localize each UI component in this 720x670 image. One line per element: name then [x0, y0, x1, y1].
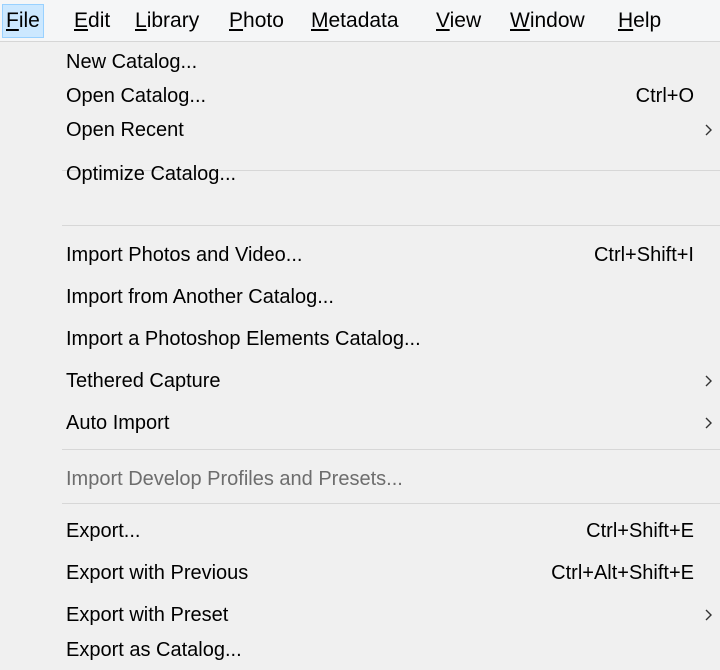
menu-item-tethered-capture[interactable]: Tethered Capture — [0, 364, 720, 398]
menu-photo[interactable]: Photo — [225, 4, 288, 38]
menu-edit-label: dit — [88, 9, 111, 32]
menu-item-label: Export... — [66, 520, 141, 542]
menu-item-label: Auto Import — [66, 412, 170, 434]
menu-item-label: Import Photos and Video... — [66, 244, 303, 266]
menu-item-label: New Catalog... — [66, 51, 198, 73]
menu-help-label: elp — [633, 9, 662, 32]
menu-metadata-mnemonic: M — [311, 9, 329, 32]
menu-item-export-with-previous[interactable]: Export with Previous Ctrl+Alt+Shift+E — [0, 556, 720, 590]
menu-view-label: iew — [449, 9, 482, 32]
menu-file-label: ile — [18, 9, 40, 32]
menu-item-export-as-catalog[interactable]: Export as Catalog... — [0, 633, 720, 667]
menu-item-open-catalog[interactable]: Open Catalog... Ctrl+O — [0, 79, 720, 113]
menu-help-mnemonic: H — [618, 9, 634, 32]
menu-help[interactable]: Help — [614, 4, 665, 38]
submenu-arrow-icon — [702, 598, 716, 632]
menu-window[interactable]: Window — [506, 4, 589, 38]
menu-separator — [62, 225, 720, 226]
menu-library[interactable]: Library — [131, 4, 203, 38]
submenu-arrow-icon — [702, 364, 716, 398]
menu-item-optimize-catalog[interactable]: Optimize Catalog... — [0, 157, 720, 191]
menu-item-label: Open Recent — [66, 119, 184, 141]
menu-view-mnemonic: V — [436, 9, 450, 32]
menu-item-label: Open Catalog... — [66, 85, 207, 107]
submenu-arrow-icon — [702, 406, 716, 440]
menu-library-label: ibrary — [146, 9, 200, 32]
menu-photo-mnemonic: P — [229, 9, 244, 32]
shortcut-label: Ctrl+Shift+E — [586, 520, 694, 542]
menu-item-label: Export with Previous — [66, 562, 249, 584]
menu-item-import-photos-and-video[interactable]: Import Photos and Video... Ctrl+Shift+I — [0, 238, 720, 272]
menu-item-label: Tethered Capture — [66, 370, 221, 392]
menu-item-label: Import from Another Catalog... — [66, 286, 334, 308]
file-menu-dropdown: New Catalog... Open Catalog... Ctrl+O Op… — [0, 42, 720, 670]
menu-file-mnemonic: F — [6, 9, 19, 32]
menu-photo-label: hoto — [243, 9, 284, 32]
menu-item-label: Optimize Catalog... — [66, 163, 237, 185]
shortcut-label: Ctrl+O — [635, 85, 694, 107]
menu-window-label: indow — [529, 9, 585, 32]
menu-edit[interactable]: Edit — [70, 4, 114, 38]
menu-item-auto-import[interactable]: Auto Import — [0, 406, 720, 440]
menu-bar: File Edit Library Photo Metadata View Wi… — [0, 0, 720, 42]
menu-file[interactable]: File — [2, 4, 44, 38]
menu-view[interactable]: View — [432, 4, 485, 38]
menu-separator — [62, 449, 720, 450]
menu-item-open-recent[interactable]: Open Recent — [0, 113, 720, 147]
menu-edit-mnemonic: E — [74, 9, 89, 32]
menu-item-import-develop-profiles: Import Develop Profiles and Presets... — [0, 462, 720, 496]
menu-item-label: Import a Photoshop Elements Catalog... — [66, 328, 421, 350]
menu-library-mnemonic: L — [135, 9, 147, 32]
menu-item-label: Import Develop Profiles and Presets... — [66, 468, 403, 490]
menu-item-import-photoshop-elements-catalog[interactable]: Import a Photoshop Elements Catalog... — [0, 322, 720, 356]
shortcut-label: Ctrl+Alt+Shift+E — [551, 562, 694, 584]
menu-item-import-from-another-catalog[interactable]: Import from Another Catalog... — [0, 280, 720, 314]
menu-item-label: Export with Preset — [66, 604, 229, 626]
menu-metadata[interactable]: Metadata — [307, 4, 403, 38]
menu-item-label: Export as Catalog... — [66, 639, 242, 661]
menu-metadata-label: etadata — [328, 9, 399, 32]
menu-separator — [62, 503, 720, 504]
shortcut-label: Ctrl+Shift+I — [593, 244, 694, 266]
menu-item-export-with-preset[interactable]: Export with Preset — [0, 598, 720, 632]
menu-item-new-catalog[interactable]: New Catalog... — [0, 45, 720, 79]
menu-window-mnemonic: W — [510, 9, 530, 32]
menu-item-export[interactable]: Export... Ctrl+Shift+E — [0, 514, 720, 548]
submenu-arrow-icon — [702, 113, 716, 147]
